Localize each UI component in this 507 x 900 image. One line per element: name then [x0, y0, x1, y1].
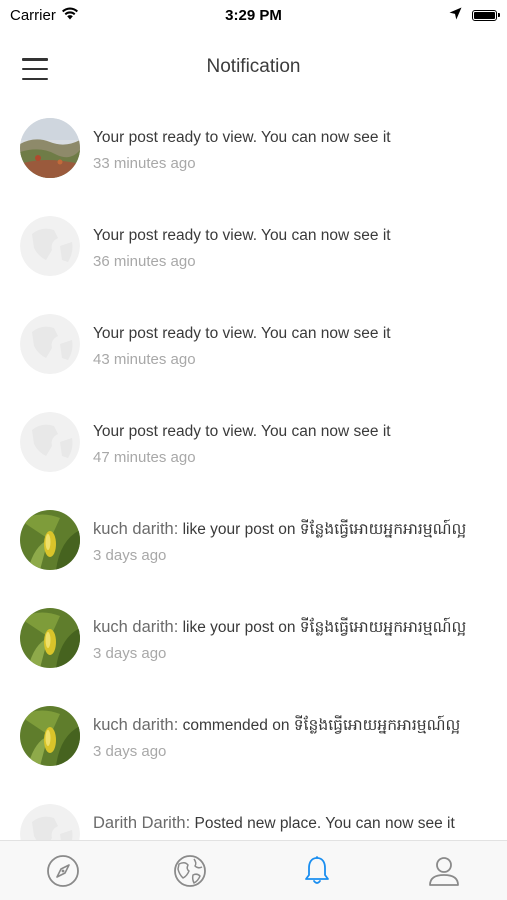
notification-body: commended on ទីន្លែងធ្វើអោយអ្នកអារម្មណ៍ល…	[178, 717, 461, 734]
status-bar: Carrier 3:29 PM	[0, 0, 507, 30]
notification-user: kuch darith:	[93, 618, 179, 636]
notification-message: Your post ready to view. You can now see…	[93, 128, 499, 147]
notification-time: 47 minutes ago	[93, 449, 196, 466]
notification-item[interactable]: kuch darith: like your post on ទីន្លែងធ្…	[0, 494, 507, 592]
compass-icon	[47, 854, 80, 887]
notification-time: 36 minutes ago	[93, 253, 196, 270]
avatar	[20, 804, 80, 840]
notification-message: kuch darith: like your post on ទីន្លែងធ្…	[93, 618, 499, 637]
navigation-bar: Notification	[0, 30, 507, 102]
avatar	[20, 608, 80, 668]
notification-user: kuch darith:	[93, 716, 179, 734]
notification-body: like your post on ទីន្លែងធ្វើអោយអ្នកអារម…	[178, 619, 467, 636]
notification-item[interactable]: Your post ready to view. You can now see…	[0, 396, 507, 494]
notification-message: Darith Darith: Posted new place. You can…	[93, 814, 499, 833]
notification-time: 3 days ago	[93, 743, 167, 760]
carrier-label: Carrier	[10, 6, 56, 24]
notification-body: Posted new place. You can now see it	[190, 815, 455, 832]
avatar	[20, 412, 80, 472]
notification-text: Darith Darith: Posted new place. You can…	[93, 814, 499, 840]
tab-bar	[0, 840, 507, 900]
notification-text: Your post ready to view. You can now see…	[93, 324, 499, 369]
notification-text: Your post ready to view. You can now see…	[93, 422, 499, 467]
notification-item[interactable]: Your post ready to view. You can now see…	[0, 200, 507, 298]
notification-text: kuch darith: like your post on ទីន្លែងធ្…	[93, 520, 499, 565]
globe-icon	[174, 854, 207, 887]
avatar	[20, 216, 80, 276]
notification-time: 33 minutes ago	[93, 155, 196, 172]
notification-user: Darith Darith:	[93, 814, 191, 832]
notification-message: Your post ready to view. You can now see…	[93, 226, 499, 245]
notification-time: 3 days ago	[93, 645, 167, 662]
notification-body: Your post ready to view. You can now see…	[93, 227, 391, 244]
notification-time: 43 minutes ago	[93, 351, 196, 368]
tab-notifications[interactable]	[287, 846, 347, 896]
profile-icon	[428, 856, 459, 886]
notification-message: kuch darith: commended on ទីន្លែងធ្វើអោយ…	[93, 716, 499, 735]
notification-text: kuch darith: commended on ទីន្លែងធ្វើអោយ…	[93, 716, 499, 761]
tab-profile[interactable]	[414, 846, 474, 896]
location-arrow-icon	[449, 7, 462, 24]
notification-list[interactable]: Your post ready to view. You can now see…	[0, 102, 507, 840]
notification-item[interactable]: kuch darith: like your post on ទីន្លែងធ្…	[0, 592, 507, 690]
battery-icon	[472, 9, 500, 21]
notification-body: Your post ready to view. You can now see…	[93, 129, 391, 146]
notification-text: Your post ready to view. You can now see…	[93, 128, 499, 173]
notification-message: kuch darith: like your post on ទីន្លែងធ្…	[93, 520, 499, 539]
bell-icon	[304, 855, 329, 884]
tab-explore[interactable]	[33, 846, 93, 896]
notification-text: kuch darith: like your post on ទីន្លែងធ្…	[93, 618, 499, 663]
avatar	[20, 118, 80, 178]
page-title: Notification	[206, 56, 301, 77]
notification-body: Your post ready to view. You can now see…	[93, 325, 391, 342]
avatar	[20, 314, 80, 374]
tab-places[interactable]	[160, 846, 220, 896]
notification-time: 3 days ago	[93, 547, 167, 564]
notification-item[interactable]: Your post ready to view. You can now see…	[0, 102, 507, 200]
status-right	[449, 7, 500, 24]
notification-text: Your post ready to view. You can now see…	[93, 226, 499, 271]
notification-message: Your post ready to view. You can now see…	[93, 324, 499, 343]
notification-user: kuch darith:	[93, 520, 179, 538]
notification-body: like your post on ទីន្លែងធ្វើអោយអ្នកអារម…	[178, 521, 467, 538]
notification-body: Your post ready to view. You can now see…	[93, 423, 391, 440]
avatar	[20, 706, 80, 766]
wifi-icon	[61, 7, 79, 24]
notification-item[interactable]: Darith Darith: Posted new place. You can…	[0, 788, 507, 840]
notification-message: Your post ready to view. You can now see…	[93, 422, 499, 441]
notification-item[interactable]: Your post ready to view. You can now see…	[0, 298, 507, 396]
status-left: Carrier	[10, 7, 79, 24]
notification-item[interactable]: kuch darith: commended on ទីន្លែងធ្វើអោយ…	[0, 690, 507, 788]
avatar	[20, 510, 80, 570]
